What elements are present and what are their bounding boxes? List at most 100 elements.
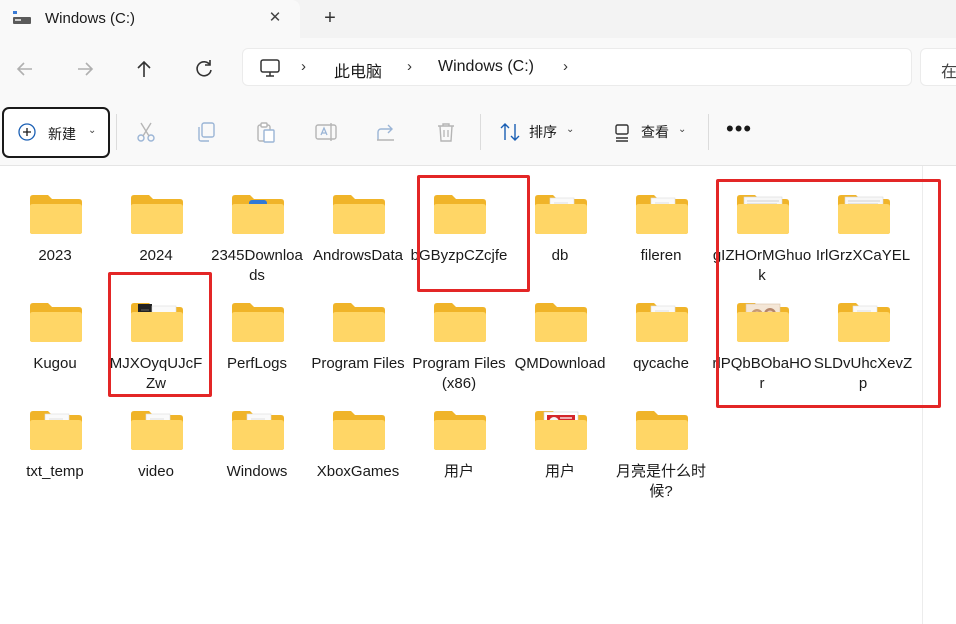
folder-name: QMDownload bbox=[514, 355, 606, 372]
sort-icon[interactable] bbox=[498, 120, 522, 144]
folder-icon bbox=[635, 192, 689, 236]
sort-button-label[interactable]: 排序 bbox=[529, 122, 557, 142]
address-bar[interactable]: › 此电脑 › Windows (C:) › bbox=[242, 48, 912, 86]
file-grid: 2023 2024 2345Downloads AndrowsData bGByzpCZ… bbox=[0, 166, 956, 624]
folder-item[interactable]: Program Files (x86) bbox=[409, 284, 509, 392]
folder-icon bbox=[433, 408, 487, 452]
breadcrumb-windows-c[interactable]: Windows (C:) bbox=[438, 58, 534, 76]
refresh-icon[interactable] bbox=[189, 54, 219, 84]
folder-item[interactable]: 2023 bbox=[5, 176, 105, 282]
folder-item[interactable]: qycache bbox=[611, 284, 711, 390]
delete-icon[interactable] bbox=[434, 120, 458, 144]
folder-item[interactable]: 用户 bbox=[409, 392, 509, 498]
folder-name: 用户 bbox=[443, 463, 474, 480]
folder-item[interactable]: QMDownload bbox=[510, 284, 610, 390]
tab-bar: Windows (C:) ✕ + bbox=[0, 0, 956, 38]
view-button-label[interactable]: 查看 bbox=[641, 122, 669, 142]
folder-name: video bbox=[138, 463, 174, 480]
folder-item[interactable]: txt_temp bbox=[5, 392, 105, 498]
drive-icon bbox=[12, 10, 32, 26]
highlight-box bbox=[417, 175, 530, 292]
folder-name: qycache bbox=[633, 355, 689, 372]
close-icon[interactable]: ✕ bbox=[266, 8, 284, 28]
plus-icon bbox=[18, 123, 36, 141]
rename-icon[interactable] bbox=[314, 120, 338, 144]
folder-item[interactable]: 用户 bbox=[510, 392, 610, 498]
folder-item[interactable]: 月亮是什么时候? bbox=[611, 392, 711, 500]
divider bbox=[708, 114, 709, 150]
folder-icon bbox=[231, 300, 285, 344]
chevron-right-icon[interactable]: › bbox=[407, 58, 412, 75]
folder-icon bbox=[29, 192, 83, 236]
folder-item[interactable]: Program Files bbox=[308, 284, 408, 390]
folder-icon bbox=[332, 300, 386, 344]
divider bbox=[480, 114, 481, 150]
folder-item[interactable]: PerfLogs bbox=[207, 284, 307, 390]
folder-item[interactable]: Kugou bbox=[5, 284, 105, 390]
view-icon[interactable] bbox=[612, 120, 636, 144]
folder-icon bbox=[635, 300, 689, 344]
chevron-down-icon[interactable]: ⌄ bbox=[566, 124, 574, 135]
chevron-right-icon[interactable]: › bbox=[301, 58, 306, 75]
navigation-bar: › 此电脑 › Windows (C:) › 在 bbox=[0, 38, 956, 98]
highlight-box bbox=[716, 179, 941, 408]
folder-name: AndrowsData bbox=[312, 247, 404, 264]
folder-icon bbox=[130, 408, 184, 452]
folder-icon bbox=[534, 408, 588, 452]
new-button-label: 新建 bbox=[48, 126, 76, 142]
folder-item[interactable]: fileren bbox=[611, 176, 711, 282]
tab-title: Windows (C:) bbox=[45, 10, 136, 27]
folder-icon bbox=[332, 192, 386, 236]
chevron-down-icon: ⌄ bbox=[88, 125, 97, 136]
folder-name: 月亮是什么时候? bbox=[615, 463, 706, 500]
paste-icon[interactable] bbox=[254, 120, 278, 144]
folder-name: XboxGames bbox=[316, 463, 400, 480]
folder-name: fileren bbox=[640, 247, 682, 264]
folder-name: Program Files bbox=[311, 355, 405, 372]
folder-item[interactable]: AndrowsData bbox=[308, 176, 408, 282]
highlight-box bbox=[108, 272, 212, 397]
breadcrumb-this-pc[interactable]: 此电脑 bbox=[334, 58, 382, 82]
search-placeholder: 在 bbox=[941, 64, 956, 81]
folder-name: 2023 bbox=[38, 247, 72, 264]
new-tab-button[interactable]: + bbox=[319, 6, 341, 30]
computer-icon bbox=[259, 57, 281, 79]
back-icon[interactable] bbox=[10, 54, 40, 84]
tab-windows-c[interactable]: Windows (C:) ✕ bbox=[0, 0, 300, 38]
folder-name: 用户 bbox=[544, 463, 575, 480]
folder-item[interactable]: 2345Downloads bbox=[207, 176, 307, 284]
command-bar: 新建 ⌄ 排序 ⌄ 查看 ⌄ ••• bbox=[0, 98, 956, 166]
share-icon[interactable] bbox=[374, 120, 398, 144]
folder-icon bbox=[433, 300, 487, 344]
folder-item[interactable]: Windows bbox=[207, 392, 307, 498]
folder-item[interactable]: XboxGames bbox=[308, 392, 408, 498]
folder-icon bbox=[534, 192, 588, 236]
copy-icon[interactable] bbox=[194, 120, 218, 144]
folder-icon bbox=[130, 192, 184, 236]
new-button[interactable]: 新建 ⌄ bbox=[2, 107, 110, 158]
folder-name: Windows bbox=[226, 463, 288, 480]
forward-icon[interactable] bbox=[70, 54, 100, 84]
search-input[interactable]: 在 bbox=[920, 48, 956, 86]
folder-name: Program Files (x86) bbox=[412, 355, 506, 392]
folder-item[interactable]: 2024 bbox=[106, 176, 206, 282]
chevron-right-icon[interactable]: › bbox=[563, 58, 568, 75]
folder-icon bbox=[231, 408, 285, 452]
folder-icon bbox=[534, 300, 588, 344]
folder-icon bbox=[635, 408, 689, 452]
more-options-icon[interactable]: ••• bbox=[726, 116, 752, 142]
folder-name: 2024 bbox=[139, 247, 173, 264]
folder-name: txt_temp bbox=[26, 463, 84, 480]
folder-icon bbox=[29, 408, 83, 452]
up-icon[interactable] bbox=[129, 54, 159, 84]
divider bbox=[116, 114, 117, 150]
folder-icon bbox=[29, 300, 83, 344]
folder-name: PerfLogs bbox=[226, 355, 288, 372]
folder-icon bbox=[332, 408, 386, 452]
folder-item[interactable]: video bbox=[106, 392, 206, 498]
chevron-down-icon[interactable]: ⌄ bbox=[678, 124, 686, 135]
folder-name: 2345Downloads bbox=[211, 247, 303, 284]
cut-icon[interactable] bbox=[134, 120, 158, 144]
folder-name: Kugou bbox=[33, 355, 77, 372]
folder-icon bbox=[231, 192, 285, 236]
